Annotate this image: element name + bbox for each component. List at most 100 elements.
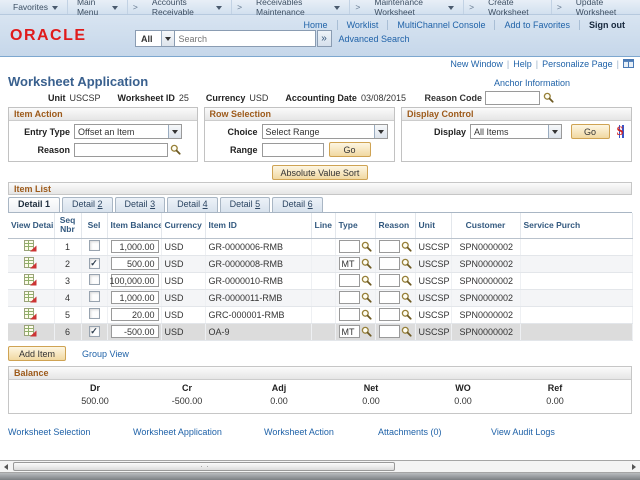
- item-balance-input[interactable]: -500.00: [111, 325, 159, 338]
- breadcrumb-item-accounts-receivable[interactable]: Accounts Receivable: [143, 0, 232, 14]
- tab-detail-1[interactable]: Detail 1: [8, 197, 60, 212]
- type-input[interactable]: MT: [339, 325, 360, 338]
- reason-lookup-icon[interactable]: [401, 292, 412, 303]
- entry-type-select[interactable]: Offset an Item: [74, 124, 182, 139]
- absolute-value-sort-button[interactable]: Absolute Value Sort: [272, 165, 369, 180]
- advanced-search-link[interactable]: Advanced Search: [339, 34, 410, 44]
- type-lookup-icon[interactable]: [361, 258, 372, 269]
- type-lookup-icon[interactable]: [361, 326, 372, 337]
- choice-select[interactable]: Select Range: [262, 124, 388, 139]
- balance-col-net: Net0.00: [325, 383, 417, 406]
- scrollbar-thumb[interactable]: [13, 462, 395, 471]
- footer-link-worksheet-application[interactable]: Worksheet Application: [133, 427, 264, 439]
- tab-detail-4[interactable]: Detail 4: [167, 197, 218, 212]
- type-input[interactable]: [339, 308, 360, 321]
- scroll-left-arrow[interactable]: [0, 461, 12, 472]
- breadcrumb-item-maintenance-worksheet[interactable]: Maintenance Worksheet: [365, 0, 464, 14]
- view-detail-icon[interactable]: [24, 291, 37, 303]
- type-input[interactable]: MT: [339, 257, 360, 270]
- type-input[interactable]: [339, 274, 360, 287]
- view-detail-icon[interactable]: [24, 308, 37, 320]
- reason-lookup-icon[interactable]: [170, 144, 181, 155]
- sel-checkbox[interactable]: [89, 326, 100, 337]
- reason-lookup-icon[interactable]: [401, 258, 412, 269]
- nav-link-worklist[interactable]: Worklist: [337, 20, 388, 30]
- display-select[interactable]: All Items: [470, 124, 562, 139]
- search-input[interactable]: [175, 30, 316, 47]
- type-lookup-icon[interactable]: [361, 241, 372, 252]
- add-item-button[interactable]: Add Item: [8, 346, 66, 361]
- item-balance-input[interactable]: 1,000.00: [111, 291, 159, 304]
- sel-checkbox[interactable]: [89, 258, 100, 269]
- tab-detail-6[interactable]: Detail 6: [272, 197, 323, 212]
- nav-link-add-to-favorites[interactable]: Add to Favorites: [494, 20, 579, 30]
- anchor-information-link[interactable]: Anchor Information: [494, 78, 570, 88]
- chevron-down-icon[interactable]: [161, 31, 174, 46]
- reason-lookup-icon[interactable]: [401, 275, 412, 286]
- nav-link-sign-out[interactable]: Sign out: [579, 20, 634, 30]
- breadcrumb-item-main-menu[interactable]: Main Menu: [68, 0, 128, 14]
- page-link-new-window[interactable]: New Window: [446, 59, 507, 69]
- footer-link-worksheet-selection[interactable]: Worksheet Selection: [8, 427, 133, 439]
- item-balance-input[interactable]: 500.00: [111, 257, 159, 270]
- reason-input[interactable]: [379, 291, 400, 304]
- horizontal-scrollbar[interactable]: [0, 460, 640, 473]
- item-balance-input[interactable]: 20.00: [111, 308, 159, 321]
- group-view-link[interactable]: Group View: [82, 349, 129, 359]
- item-balance-input[interactable]: 100,000.00: [111, 274, 159, 287]
- reason-input[interactable]: [379, 325, 400, 338]
- nav-link-multichannel-console[interactable]: MultiChannel Console: [387, 20, 494, 30]
- range-input[interactable]: [262, 143, 324, 157]
- nav-link-home[interactable]: Home: [295, 20, 337, 30]
- tab-detail-5[interactable]: Detail 5: [220, 197, 271, 212]
- field-label: Unit: [48, 93, 66, 103]
- currency-format-icon[interactable]: S: [616, 125, 626, 139]
- footer-link-worksheet-action[interactable]: Worksheet Action: [264, 427, 378, 439]
- scroll-right-arrow[interactable]: [628, 461, 640, 472]
- reason-input[interactable]: [379, 274, 400, 287]
- reason-code-lookup-icon[interactable]: [543, 92, 554, 103]
- type-lookup-icon[interactable]: [361, 275, 372, 286]
- sel-checkbox[interactable]: [89, 240, 100, 251]
- reason-input[interactable]: [379, 308, 400, 321]
- type-lookup-icon[interactable]: [361, 309, 372, 320]
- chevron-down-icon[interactable]: [374, 125, 387, 138]
- footer-link-view-audit-logs[interactable]: View Audit Logs: [491, 427, 555, 439]
- range-go-button[interactable]: Go: [329, 142, 371, 157]
- view-detail-icon[interactable]: [24, 325, 37, 337]
- reason-input[interactable]: [379, 240, 400, 253]
- view-detail-icon[interactable]: [24, 274, 37, 286]
- breadcrumb-item-receivables-maintenance[interactable]: Receivables Maintenance: [247, 0, 350, 14]
- type-input[interactable]: [339, 240, 360, 253]
- display-go-button[interactable]: Go: [571, 124, 610, 139]
- reason-lookup-icon[interactable]: [401, 309, 412, 320]
- chevron-down-icon[interactable]: [548, 125, 561, 138]
- tab-detail-3[interactable]: Detail 3: [115, 197, 166, 212]
- type-lookup-icon[interactable]: [361, 292, 372, 303]
- type-input[interactable]: [339, 291, 360, 304]
- chevron-down-icon[interactable]: [168, 125, 181, 138]
- reason-input[interactable]: [74, 143, 168, 157]
- reason-lookup-icon[interactable]: [401, 326, 412, 337]
- breadcrumb-item-favorites[interactable]: Favorites: [4, 0, 68, 14]
- view-detail-icon[interactable]: [24, 240, 37, 252]
- breadcrumb-item-create-worksheet[interactable]: Create Worksheet: [479, 0, 552, 14]
- sel-checkbox[interactable]: [89, 274, 100, 285]
- search-area: All » Advanced Search: [135, 30, 410, 47]
- page-link-help[interactable]: Help: [509, 59, 536, 69]
- reason-code-input[interactable]: [485, 91, 540, 105]
- reason-input[interactable]: [379, 257, 400, 270]
- search-scope-select[interactable]: All: [135, 30, 175, 47]
- footer-link-attachments-0[interactable]: Attachments (0): [378, 427, 491, 439]
- search-submit-button[interactable]: »: [317, 30, 332, 47]
- chevron-down-icon: [52, 6, 58, 10]
- reason-lookup-icon[interactable]: [401, 241, 412, 252]
- breadcrumb-item-update-worksheet[interactable]: Update Worksheet: [567, 0, 640, 14]
- sel-checkbox[interactable]: [89, 291, 100, 302]
- tab-detail-2[interactable]: Detail 2: [62, 197, 113, 212]
- view-detail-icon[interactable]: [24, 257, 37, 269]
- personalize-layout-icon[interactable]: [623, 59, 634, 68]
- item-balance-input[interactable]: 1,000.00: [111, 240, 159, 253]
- sel-checkbox[interactable]: [89, 308, 100, 319]
- page-link-personalize-page[interactable]: Personalize Page: [538, 59, 617, 69]
